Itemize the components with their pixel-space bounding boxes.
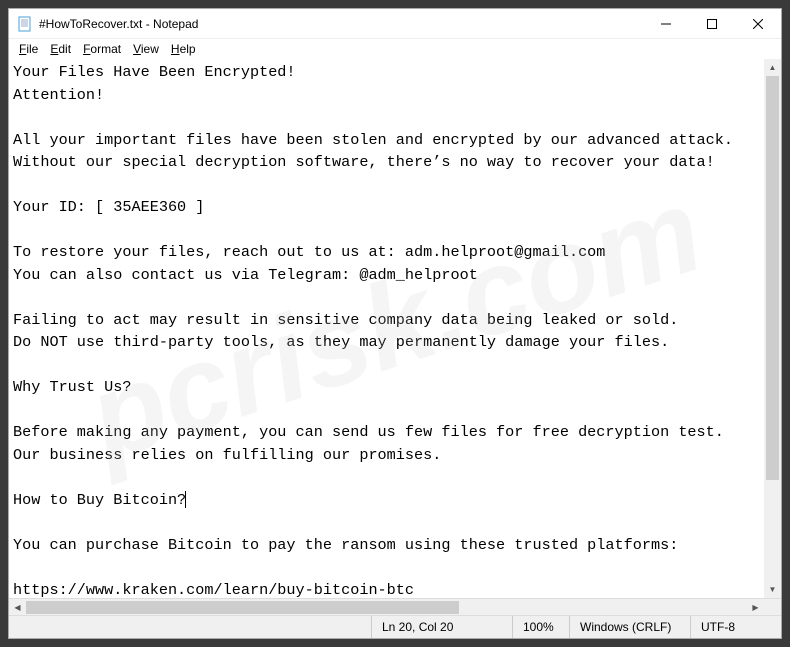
menubar: File Edit Format View Help (9, 39, 781, 59)
close-button[interactable] (735, 9, 781, 39)
scroll-left-arrow[interactable]: ◀ (9, 599, 26, 616)
horizontal-scrollbar[interactable]: ◀ ▶ (9, 598, 781, 615)
scroll-track-vertical[interactable] (764, 76, 781, 581)
text-line: Your Files Have Been Encrypted! (13, 63, 296, 81)
text-caret (185, 491, 186, 508)
text-line: Before making any payment, you can send … (13, 423, 724, 441)
status-zoom: 100% (513, 616, 569, 638)
status-line-ending: Windows (CRLF) (570, 616, 690, 638)
text-line: Do NOT use third-party tools, as they ma… (13, 333, 669, 351)
text-line: https://www.kraken.com/learn/buy-bitcoin… (13, 581, 414, 599)
window-controls (643, 9, 781, 38)
minimize-button[interactable] (643, 9, 689, 39)
menu-view[interactable]: View (127, 41, 165, 57)
maximize-button[interactable] (689, 9, 735, 39)
menu-help[interactable]: Help (165, 41, 202, 57)
scroll-up-arrow[interactable]: ▲ (764, 59, 781, 76)
scroll-right-arrow[interactable]: ▶ (747, 599, 764, 616)
menu-format[interactable]: Format (77, 41, 127, 57)
content-area: Your Files Have Been Encrypted! Attentio… (9, 59, 781, 615)
notepad-icon (17, 16, 33, 32)
text-line: Why Trust Us? (13, 378, 131, 396)
outer-frame: #HowToRecover.txt - Notepad File Edit Fo… (0, 0, 790, 647)
text-line: You can also contact us via Telegram: @a… (13, 266, 478, 284)
notepad-window: #HowToRecover.txt - Notepad File Edit Fo… (8, 8, 782, 639)
text-line: How to Buy Bitcoin? (13, 491, 186, 509)
scroll-down-arrow[interactable]: ▼ (764, 581, 781, 598)
text-line: Attention! (13, 86, 104, 104)
text-line: You can purchase Bitcoin to pay the rans… (13, 536, 678, 554)
text-line: Your ID: [ 35AEE360 ] (13, 198, 204, 216)
status-position: Ln 20, Col 20 (372, 616, 512, 638)
text-line: Without our special decryption software,… (13, 153, 715, 171)
text-line: Failing to act may result in sensitive c… (13, 311, 678, 329)
text-line: All your important files have been stole… (13, 131, 733, 149)
window-title: #HowToRecover.txt - Notepad (39, 17, 643, 31)
text-editor[interactable]: Your Files Have Been Encrypted! Attentio… (9, 59, 781, 598)
scrollbar-corner (764, 599, 781, 616)
text-line: To restore your files, reach out to us a… (13, 243, 605, 261)
menu-file[interactable]: File (13, 41, 44, 57)
titlebar[interactable]: #HowToRecover.txt - Notepad (9, 9, 781, 39)
menu-edit[interactable]: Edit (44, 41, 77, 57)
statusbar: Ln 20, Col 20 100% Windows (CRLF) UTF-8 (9, 615, 781, 638)
scroll-thumb-vertical[interactable] (766, 76, 779, 480)
status-encoding: UTF-8 (691, 616, 781, 638)
text-line: Our business relies on fulfilling our pr… (13, 446, 441, 464)
scroll-track-horizontal[interactable] (26, 599, 747, 616)
scroll-thumb-horizontal[interactable] (26, 601, 459, 614)
vertical-scrollbar[interactable]: ▲ ▼ (764, 59, 781, 598)
